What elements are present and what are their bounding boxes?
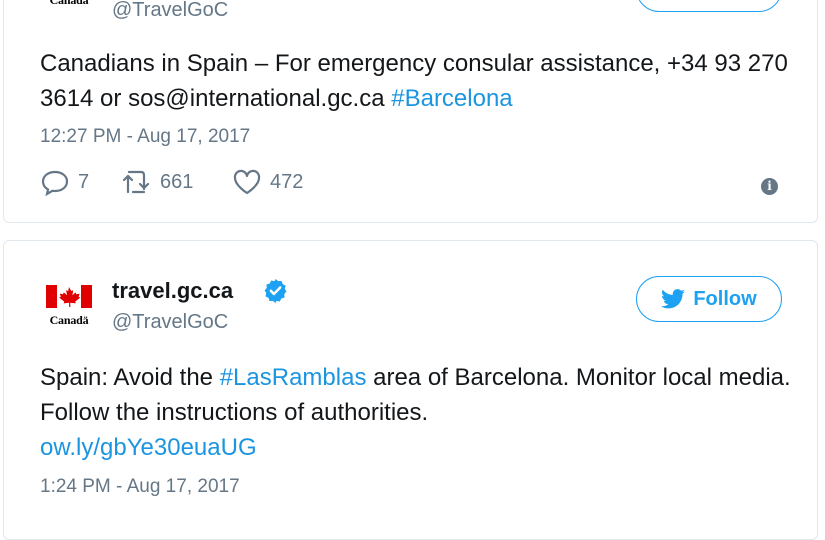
like-icon xyxy=(233,169,261,195)
twitter-bird-icon xyxy=(661,289,686,309)
info-icon[interactable]: i xyxy=(761,178,778,195)
canada-wordmark: Canadä xyxy=(49,313,89,327)
follow-label: Follow xyxy=(693,287,757,310)
like-count: 472 xyxy=(270,170,304,193)
tweet-card: Canadä travel.gc.ca @TravelGoC Follow Sp… xyxy=(3,240,818,540)
retweet-button[interactable]: 661 xyxy=(122,168,193,196)
canada-wordmark: Canadä xyxy=(49,0,89,7)
retweet-icon xyxy=(122,170,150,194)
like-button[interactable]: 472 xyxy=(232,168,303,196)
tweet-timestamp[interactable]: 12:27 PM - Aug 17, 2017 xyxy=(40,126,250,148)
tweet-text: Canadians in Spain – For emergency consu… xyxy=(40,46,800,116)
tweet-timestamp[interactable]: 1:24 PM - Aug 17, 2017 xyxy=(40,476,240,498)
reply-button[interactable]: 7 xyxy=(40,168,89,196)
account-handle[interactable]: @TravelGoC xyxy=(112,0,228,22)
reply-count: 7 xyxy=(78,170,90,193)
url-link[interactable]: ow.ly/gbYe30euaUG xyxy=(40,434,257,461)
account-display-name[interactable]: travel.gc.ca xyxy=(112,278,233,304)
account-logo[interactable]: Canadä xyxy=(44,285,94,328)
hashtag-link[interactable]: #LasRamblas xyxy=(220,364,367,391)
follow-button[interactable]: Follow xyxy=(636,276,782,322)
tweet-card: Canadä @TravelGoC Canadians in Spain – F… xyxy=(3,0,818,223)
follow-button[interactable] xyxy=(636,0,782,12)
tweet-text-body: Spain: Avoid the xyxy=(40,364,220,391)
canada-flag-icon xyxy=(46,285,92,308)
account-handle[interactable]: @TravelGoC xyxy=(112,311,228,334)
reply-icon xyxy=(41,170,69,196)
account-logo[interactable]: Canadä xyxy=(44,0,94,8)
hashtag-link[interactable]: #Barcelona xyxy=(391,85,512,112)
verified-badge-icon xyxy=(264,279,287,303)
retweet-count: 661 xyxy=(160,170,194,193)
tweet-text: Spain: Avoid the #LasRamblas area of Bar… xyxy=(40,360,800,465)
